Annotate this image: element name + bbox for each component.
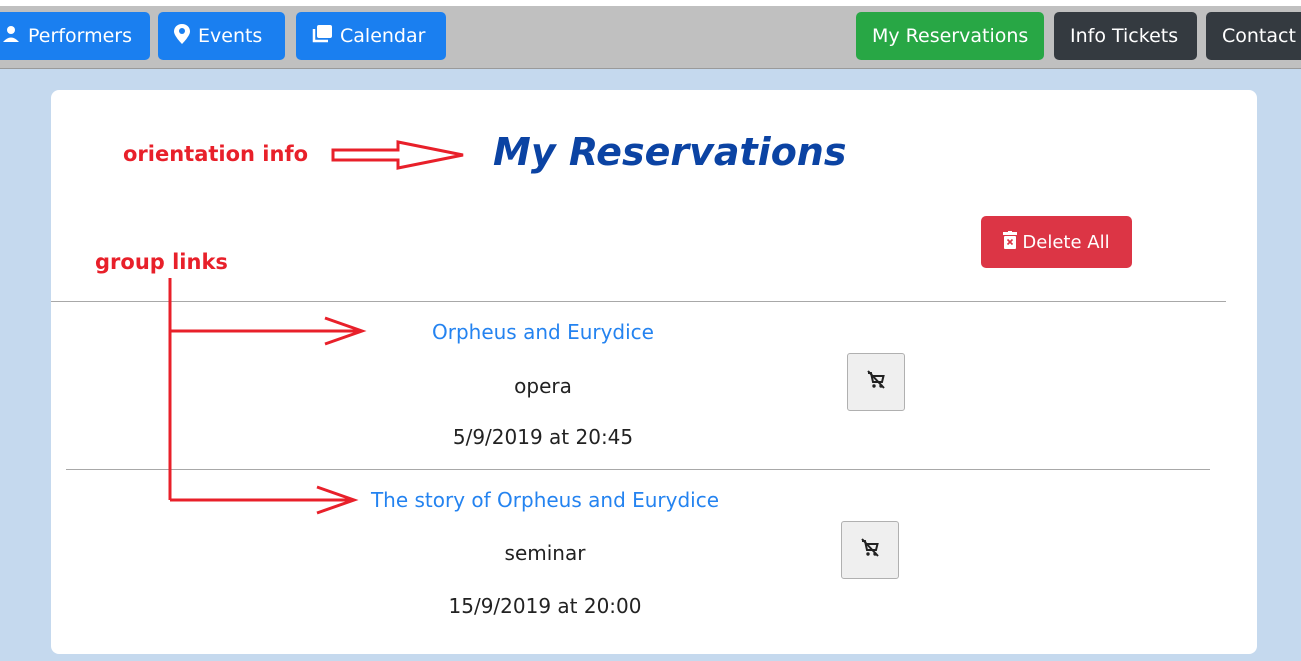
orientation-arrow [331,140,464,170]
group-links-arrows [168,278,367,515]
annotation-arrows [168,140,464,515]
